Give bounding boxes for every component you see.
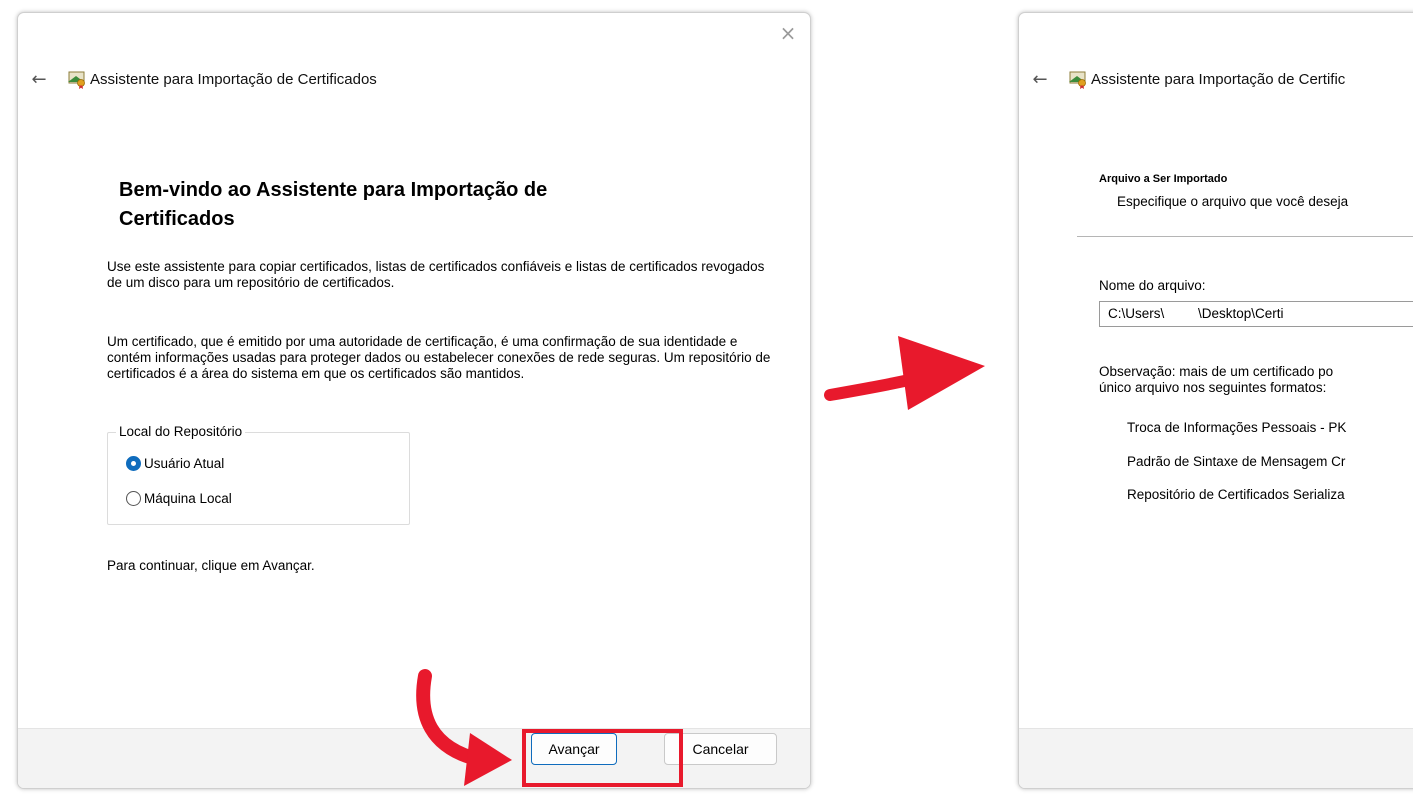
- annotation-arrows: [416, 336, 985, 786]
- right-arrow-icon: [824, 336, 985, 410]
- curved-down-arrow-icon: [416, 669, 512, 786]
